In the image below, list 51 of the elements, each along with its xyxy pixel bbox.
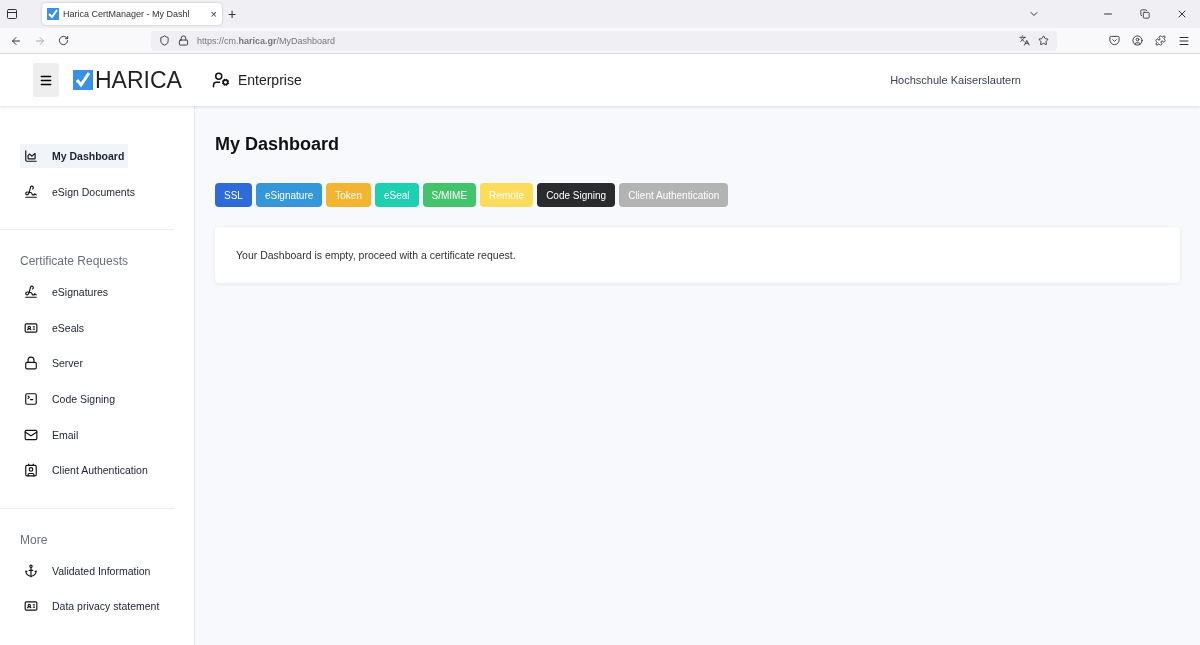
organization-name: Hochschule Kaiserslautern bbox=[890, 74, 1021, 86]
menu-icon[interactable] bbox=[1178, 34, 1190, 47]
close-icon[interactable] bbox=[1176, 8, 1188, 20]
sidebar-item[interactable]: eSign Documents bbox=[20, 179, 139, 204]
mail-icon bbox=[24, 427, 38, 442]
sidebar-item[interactable]: Email bbox=[20, 422, 83, 447]
terminal-icon bbox=[24, 391, 38, 406]
checkbox-favicon-icon bbox=[47, 8, 59, 20]
id-card-icon bbox=[24, 599, 38, 614]
pocket-icon[interactable] bbox=[1109, 35, 1120, 46]
shield-icon bbox=[159, 35, 170, 46]
signature-icon bbox=[24, 285, 38, 300]
id-card-icon bbox=[24, 320, 38, 335]
back-icon[interactable] bbox=[10, 34, 22, 47]
reload-icon[interactable] bbox=[58, 35, 69, 46]
signature-icon bbox=[24, 184, 38, 199]
sidebar-item[interactable]: eSignatures bbox=[20, 280, 113, 305]
logo[interactable]: HARICA bbox=[73, 66, 182, 94]
tab-list-icon[interactable] bbox=[6, 8, 18, 20]
url-text: https://cm.harica.gr/MyDashboard bbox=[197, 35, 336, 46]
restore-icon[interactable] bbox=[1140, 9, 1150, 19]
tab-close-button[interactable]: × bbox=[210, 8, 217, 20]
sidebar-item[interactable]: Data privacy statement bbox=[20, 594, 164, 619]
browser-tab[interactable]: Harica CertManager - My Dashl × bbox=[42, 3, 222, 25]
new-tab-button[interactable]: + bbox=[228, 6, 237, 22]
extensions-icon[interactable] bbox=[1155, 35, 1166, 46]
translate-icon[interactable] bbox=[1019, 35, 1030, 46]
contact-card-icon bbox=[24, 463, 38, 478]
sidebar-item[interactable]: My Dashboard bbox=[20, 144, 129, 168]
anchor-icon bbox=[24, 563, 38, 578]
filter-button[interactable]: SSL bbox=[215, 183, 252, 207]
checkbox-logo-icon bbox=[73, 70, 93, 90]
sidebar-item[interactable]: Code Signing bbox=[20, 386, 120, 411]
page-title: My Dashboard bbox=[215, 134, 341, 155]
sidebar-item[interactable]: Validated Information bbox=[20, 558, 155, 583]
menu-button[interactable] bbox=[33, 63, 59, 97]
lock-icon bbox=[24, 356, 38, 371]
sidebar-item[interactable]: eSeals bbox=[20, 315, 89, 340]
sidebar-item[interactable]: Client Authentication bbox=[20, 458, 152, 483]
empty-message: Your Dashboard is empty, proceed with a certificate request. bbox=[236, 249, 517, 261]
product-name: Enterprise bbox=[237, 72, 302, 88]
section-title: More bbox=[20, 531, 49, 549]
filter-button[interactable]: Code Signing bbox=[537, 183, 616, 207]
section-title: Certificate Requests bbox=[20, 253, 130, 271]
tab-title: Harica CertManager - My Dashl bbox=[63, 9, 190, 19]
chart-icon bbox=[24, 149, 38, 163]
sidebar-item[interactable]: Server bbox=[20, 351, 87, 376]
star-icon[interactable] bbox=[1038, 35, 1049, 46]
account-icon[interactable] bbox=[1132, 35, 1143, 46]
lock-icon bbox=[178, 35, 189, 46]
address-bar[interactable]: https://cm.harica.gr/MyDashboard bbox=[151, 30, 1057, 51]
